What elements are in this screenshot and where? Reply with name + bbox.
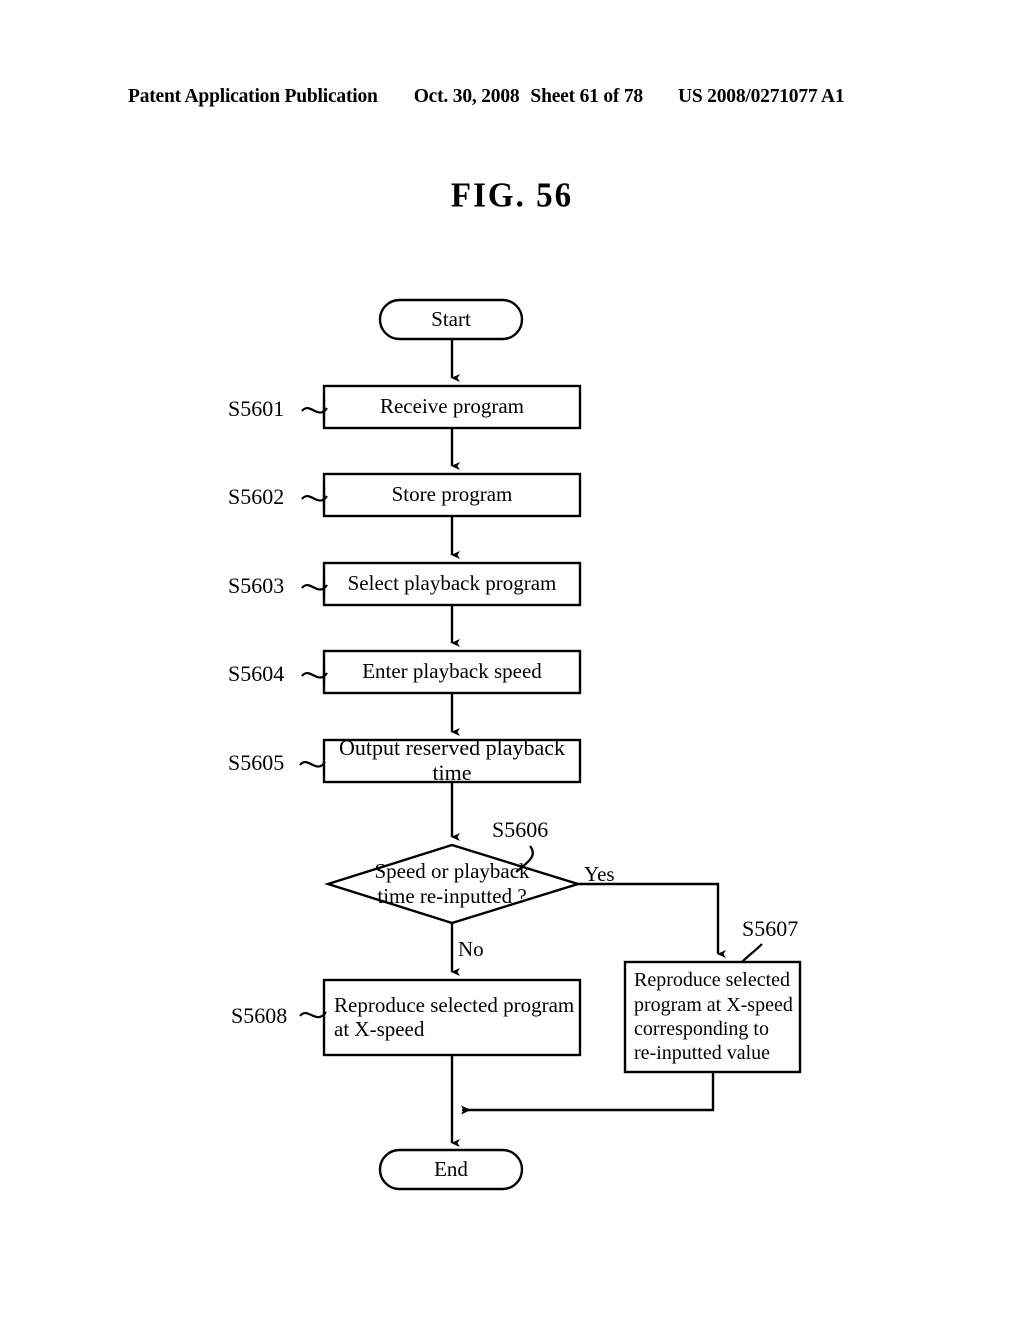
connector-s5607-to-merge xyxy=(461,1072,715,1115)
step-text-s5603: Select playback program xyxy=(347,571,557,596)
step-number-s5604: S5604 xyxy=(228,661,285,686)
start-terminal-label: Start xyxy=(431,307,471,331)
end-terminal-label: End xyxy=(434,1157,468,1181)
edge-label-yes: Yes xyxy=(584,862,615,886)
leader-s5608 xyxy=(299,1011,327,1019)
step-text-s5608: Reproduce selected program at X-speed xyxy=(334,992,575,1041)
step-number-s5601: S5601 xyxy=(228,396,285,421)
step-number-s5603: S5603 xyxy=(228,573,285,598)
decision-text-s5606: Speed or playback time re-inputted ? xyxy=(374,859,530,908)
step-number-s5607: S5607 xyxy=(742,916,799,941)
step-text-s5602: Store program xyxy=(391,482,513,507)
leader-s5607 xyxy=(741,943,763,963)
patent-figure-page: Patent Application Publication Oct. 30, … xyxy=(0,0,1024,1320)
step-number-s5608: S5608 xyxy=(231,1003,288,1028)
step-number-s5606: S5606 xyxy=(492,817,549,842)
step-number-s5602: S5602 xyxy=(228,484,285,509)
step-text-s5607: Reproduce selected program at X-speed co… xyxy=(634,969,793,1065)
step-text-s5601: Receive program xyxy=(379,394,525,419)
connector-decision-yes-to-s5607 xyxy=(578,882,726,958)
step-text-s5604: Enter playback speed xyxy=(362,659,542,684)
edge-label-no: No xyxy=(458,937,484,961)
step-number-s5605: S5605 xyxy=(228,750,285,775)
step-text-s5605: Output reserved playback time xyxy=(338,735,566,785)
